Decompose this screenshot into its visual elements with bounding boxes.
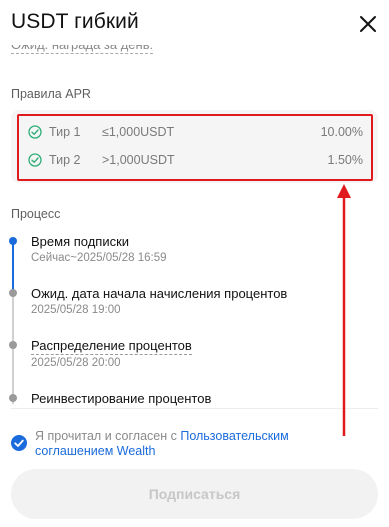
timeline-dot [9, 341, 17, 349]
tier-rate: 10.00% [320, 125, 363, 139]
agreement-text: Я прочитал и согласен с Пользовательским… [35, 429, 335, 459]
timeline-dot [9, 394, 17, 402]
annotation-arrow [337, 184, 351, 436]
check-circle-icon [28, 153, 42, 167]
tier-rate: 1.50% [327, 153, 363, 167]
tier-range: ≤1,000USDT [102, 125, 175, 139]
timeline-dot [9, 289, 17, 297]
step-subtitle: Сейчас~2025/05/28 16:59 [31, 252, 167, 264]
close-icon[interactable] [358, 14, 378, 34]
step-subtitle: 2025/05/28 20:00 [31, 357, 121, 369]
apr-rules-label: Правила APR [11, 87, 91, 101]
apr-tier-row: Тир 1 ≤1,000USDT 10.00% [11, 122, 378, 142]
tier-range: >1,000USDT [102, 153, 175, 167]
agreement-checkbox[interactable] [11, 435, 27, 451]
tier-name: Тир 2 [49, 153, 81, 167]
step-title: Ожид. дата начала начисления процентов [31, 286, 288, 301]
divider [11, 408, 378, 409]
step-subtitle: 2025/05/28 19:00 [31, 304, 121, 316]
step-title[interactable]: Распределение процентов [31, 338, 192, 355]
apr-rules-card: Тир 1 ≤1,000USDT 10.00% Тир 2 >1,000USDT… [11, 110, 378, 183]
tier-name: Тир 1 [49, 125, 81, 139]
page-title: USDT гибкий [11, 10, 139, 33]
header-divider [0, 41, 389, 45]
check-circle-icon [28, 125, 42, 139]
agreement-label: Я прочитал и согласен с [35, 429, 177, 443]
checkmark-icon [14, 439, 24, 447]
subscribe-button[interactable]: Подписаться [11, 469, 378, 519]
step-title: Время подписки [31, 234, 130, 249]
process-label: Процесс [11, 207, 61, 221]
timeline-line-active [12, 241, 14, 290]
apr-tier-row: Тир 2 >1,000USDT 1.50% [11, 150, 378, 170]
step-title: Реинвестирование процентов [31, 391, 212, 406]
timeline-dot-active [9, 237, 17, 245]
